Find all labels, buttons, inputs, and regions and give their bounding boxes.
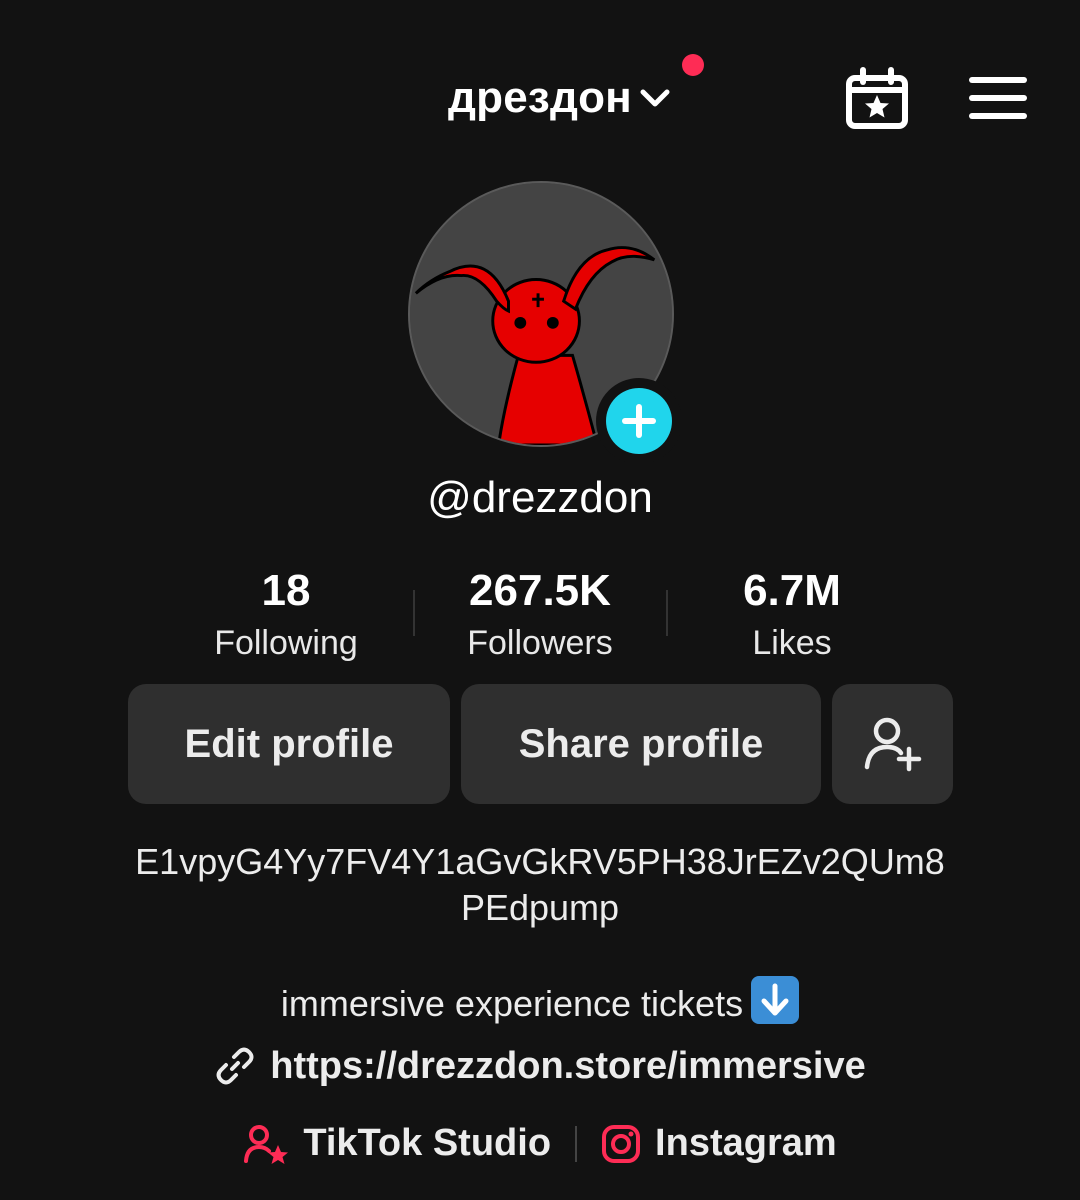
stat-label: Likes: [752, 624, 832, 662]
social-divider: [575, 1125, 578, 1162]
stat-value: 267.5K: [469, 566, 611, 615]
calendar-button[interactable]: [842, 66, 912, 132]
calendar-star-icon: [846, 67, 908, 129]
social-links-row: TikTok Studio Instagram: [0, 1122, 1080, 1165]
share-profile-button[interactable]: Share profile: [461, 684, 821, 804]
username: @drezzdon: [427, 473, 653, 522]
instagram-icon: [602, 1124, 641, 1163]
bio-text-line-3: immersive experience tickets: [0, 976, 1080, 1028]
stat-label: Followers: [467, 624, 613, 662]
plus-icon: [622, 404, 656, 438]
account-switcher[interactable]: дрездон: [0, 70, 1080, 126]
add-friend-button[interactable]: [832, 684, 953, 804]
tiktok-studio-icon: [244, 1124, 289, 1164]
menu-button[interactable]: [966, 72, 1030, 124]
instagram-label: Instagram: [655, 1122, 837, 1164]
stat-following[interactable]: 18 Following: [161, 562, 411, 666]
notification-dot: [682, 54, 704, 76]
link-icon: [216, 1047, 254, 1085]
share-profile-label: Share profile: [518, 721, 764, 766]
bio-link[interactable]: https://drezzdon.store/immersive: [0, 1040, 1080, 1101]
tiktok-studio-label: TikTok Studio: [303, 1122, 552, 1164]
header-title: дрездон: [448, 73, 632, 122]
bio-tickets-text: immersive experience tickets: [280, 983, 744, 1024]
add-story-button[interactable]: [596, 378, 682, 464]
bio-link-text: https://drezzdon.store/immersive: [270, 1045, 866, 1087]
bio-text-line-1: E1vpyG4Yy7FV4Y1aGvGkRV5PH38JrEZv2QUm8: [135, 841, 945, 882]
chevron-down-icon: [640, 89, 670, 107]
edit-profile-button[interactable]: Edit profile: [128, 684, 450, 804]
tiktok-studio-link[interactable]: TikTok Studio: [243, 1122, 551, 1165]
hamburger-menu-icon: [969, 77, 1027, 119]
stat-likes[interactable]: 6.7M Likes: [667, 562, 917, 666]
stat-value: 18: [261, 566, 311, 615]
add-friend-icon: [864, 717, 921, 772]
edit-profile-label: Edit profile: [184, 721, 394, 766]
bio-text-line-2: PEdpump: [460, 887, 620, 928]
stat-value: 6.7M: [743, 566, 841, 615]
stat-followers[interactable]: 267.5K Followers: [415, 562, 665, 666]
instagram-link[interactable]: Instagram: [601, 1122, 837, 1165]
stat-label: Following: [214, 624, 358, 662]
down-arrow-emoji-icon: [751, 976, 800, 1024]
